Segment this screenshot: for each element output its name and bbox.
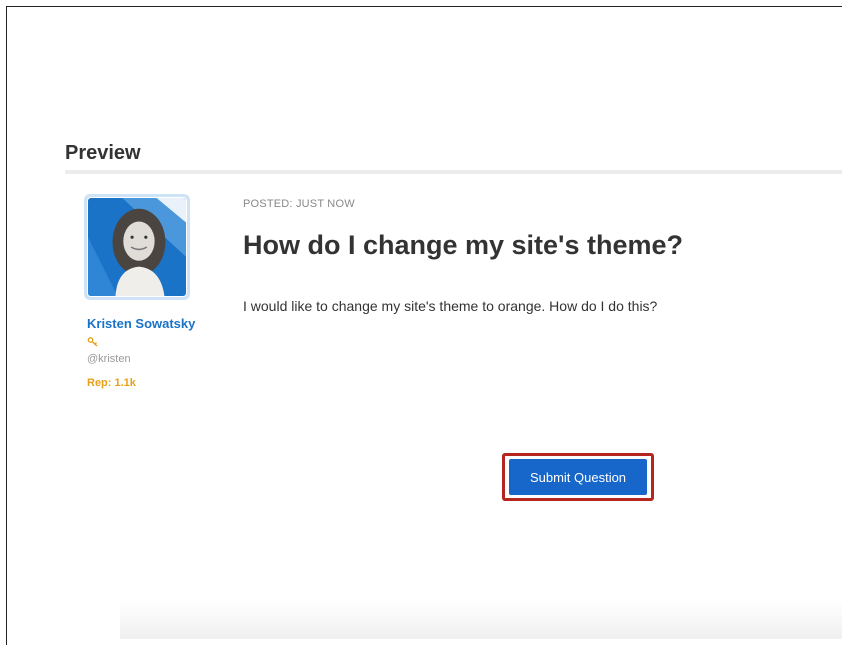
preview-heading: Preview: [65, 142, 141, 164]
divider: [65, 170, 842, 174]
posted-time: POSTED: JUST NOW: [243, 198, 355, 210]
avatar[interactable]: [84, 194, 190, 300]
question-body: I would like to change my site's theme t…: [243, 298, 658, 314]
bottom-shadow: [120, 600, 842, 639]
submit-question-button[interactable]: Submit Question: [509, 459, 647, 495]
author-handle: @kristen: [87, 353, 131, 365]
question-title: How do I change my site's theme?: [243, 230, 684, 260]
author-name[interactable]: Kristen Sowatsky: [87, 316, 195, 331]
avatar-photo: [88, 198, 186, 296]
key-icon: [87, 337, 98, 347]
reputation: Rep: 1.1k: [87, 377, 136, 389]
